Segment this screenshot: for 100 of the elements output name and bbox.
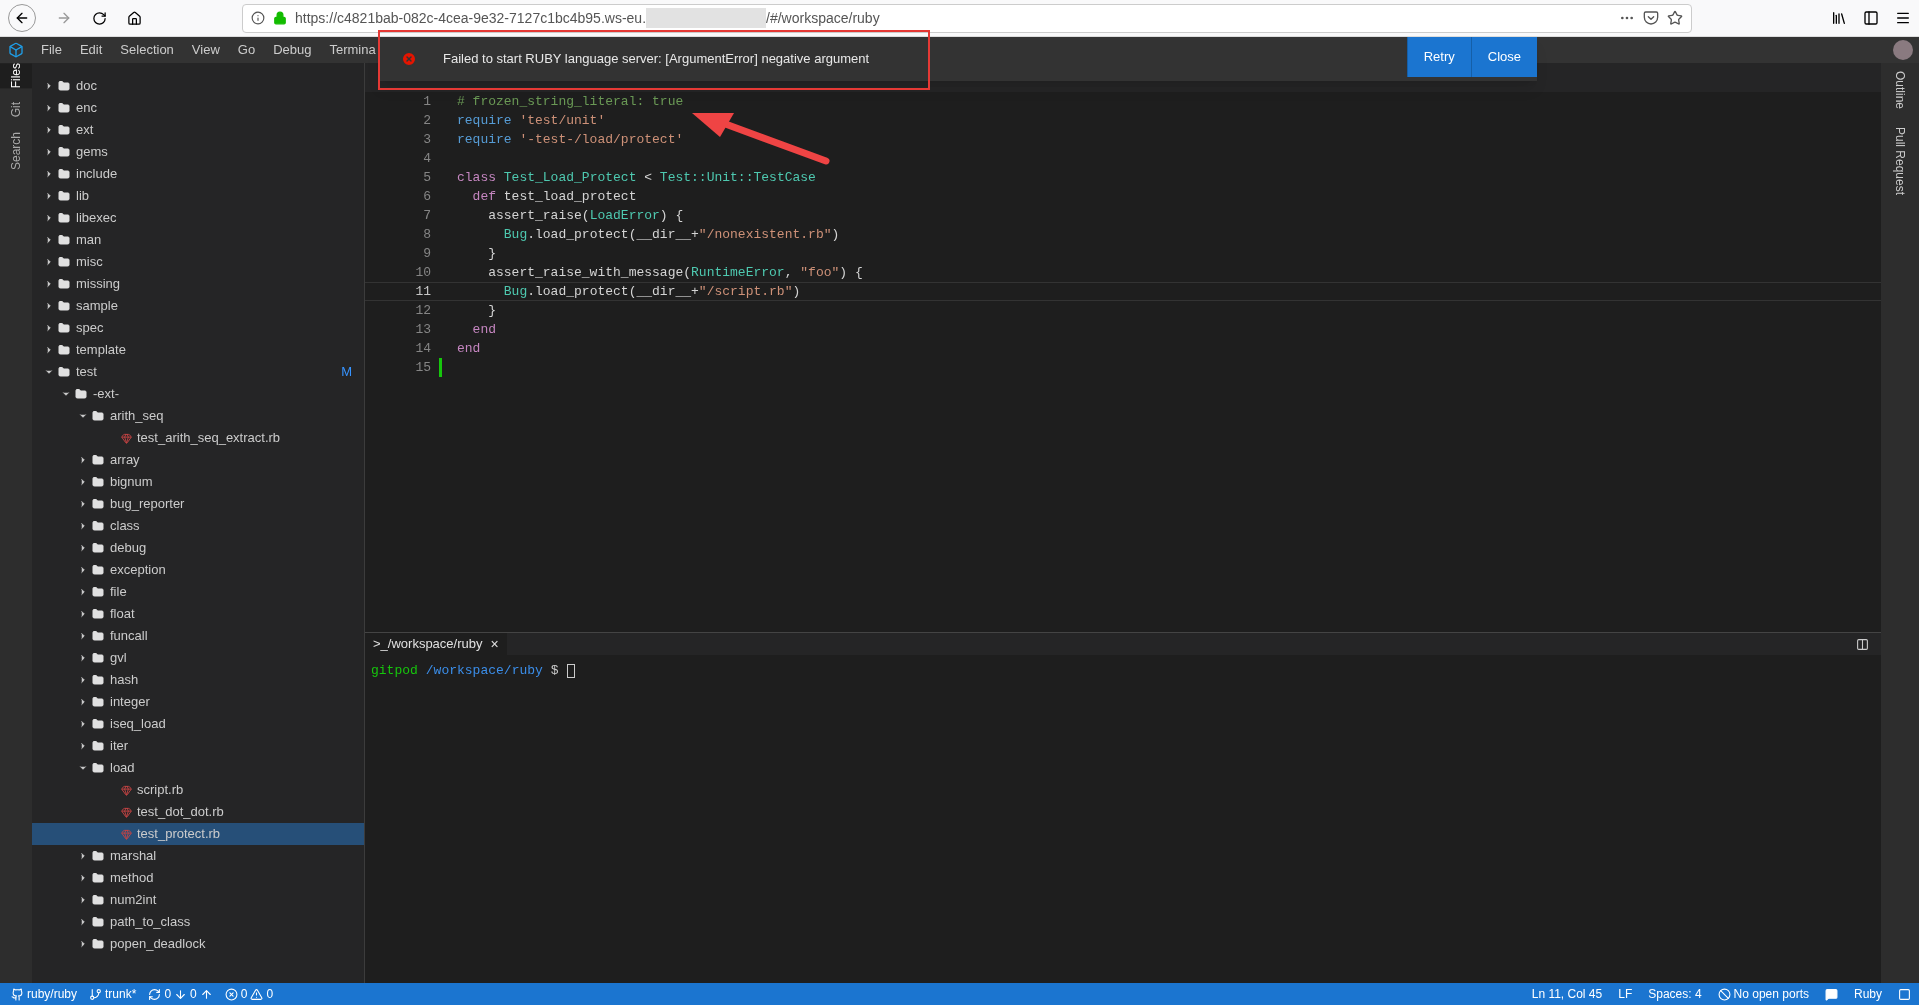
star-icon[interactable] — [1667, 10, 1683, 26]
folder-entry[interactable]: exception — [32, 559, 364, 581]
folder-entry[interactable]: integer — [32, 691, 364, 713]
status-item[interactable] — [199, 987, 213, 1001]
menu-item[interactable]: Selection — [111, 40, 183, 60]
folder-entry[interactable]: iter — [32, 735, 364, 757]
gem-icon — [121, 432, 132, 444]
url-field[interactable]: https://c4821bab-082c-4cea-9e32-7127c1bc4b95.ws-eu. /#/workspace/ruby — [242, 3, 1692, 33]
menu-item[interactable]: Edit — [70, 40, 112, 60]
code-text: assert_raise_with_message(RuntimeError, "foo") { — [487, 263, 863, 282]
menu-item[interactable]: Go — [228, 40, 265, 60]
line-number: 5 — [422, 168, 432, 187]
folder-entry[interactable]: method — [32, 867, 364, 889]
status-item[interactable]: Ln 11, Col 45 — [1531, 985, 1603, 1003]
avatar[interactable] — [1893, 40, 1913, 60]
status-item[interactable]: No open ports — [1717, 985, 1809, 1003]
error-icon — [401, 51, 417, 67]
status-item[interactable]: ruby/ruby — [11, 985, 78, 1003]
status-item[interactable] — [1825, 987, 1838, 1001]
ruby-script-entry[interactable]: script.rb — [32, 779, 364, 801]
activity-tab[interactable]: Pull Request — [1891, 127, 1909, 196]
folder-entry[interactable]: debug — [32, 537, 364, 559]
folder-entry[interactable]: load — [32, 757, 364, 779]
ruby-script-entry[interactable]: test_protect.rb — [32, 823, 364, 845]
folder-entry[interactable]: gems — [32, 141, 364, 163]
code-text: class Test_Load_Protect < Test::Unit::TestCase — [457, 168, 816, 187]
folder-entry[interactable]: marshal — [32, 845, 364, 867]
activity-tab[interactable]: Outline — [1891, 71, 1909, 110]
pocket-icon[interactable] — [1643, 10, 1659, 26]
folder-entry[interactable]: -ext- — [32, 383, 364, 405]
forward-icon[interactable] — [56, 10, 72, 26]
activity-tab[interactable]: Git — [0, 102, 32, 118]
folder-entry[interactable]: bug_reporter — [32, 493, 364, 515]
chevron-right-icon — [78, 917, 88, 927]
folder-icon — [92, 586, 104, 598]
line-number: 3 — [422, 130, 432, 149]
status-item[interactable]: 0 — [224, 985, 248, 1003]
folder-entry[interactable]: enc — [32, 97, 364, 119]
home-icon[interactable] — [127, 10, 142, 26]
folder-entry[interactable]: libexec — [32, 207, 364, 229]
sidebar-icon[interactable] — [1863, 10, 1879, 26]
folder-entry[interactable]: gvl — [32, 647, 364, 669]
status-item[interactable]: trunk* — [89, 985, 137, 1003]
folder-entry[interactable]: hash — [32, 669, 364, 691]
menu-item[interactable]: View — [182, 40, 229, 60]
folder-entry[interactable]: path_to_class — [32, 911, 364, 933]
status-item[interactable]: Ruby — [1854, 985, 1882, 1003]
folder-entry[interactable]: missing — [32, 273, 364, 295]
library-icon[interactable] — [1831, 10, 1847, 26]
chevron-right-icon — [44, 301, 54, 311]
folder-entry[interactable]: num2int — [32, 889, 364, 911]
notification-button[interactable]: Retry — [1406, 37, 1471, 77]
chevron-right-icon — [44, 257, 54, 267]
folder-entry[interactable]: template — [32, 339, 364, 361]
folder-icon — [58, 234, 70, 246]
ban-icon — [1717, 987, 1731, 1001]
status-item[interactable] — [1898, 987, 1911, 1001]
folder-entry[interactable]: iseq_load — [32, 713, 364, 735]
folder-entry[interactable]: man — [32, 229, 364, 251]
folder-entry[interactable]: bignum — [32, 471, 364, 493]
status-item[interactable]: LF — [1618, 985, 1633, 1003]
notification-button[interactable]: Close — [1470, 37, 1537, 77]
close-button[interactable]: × — [490, 633, 499, 655]
folder-entry[interactable]: misc — [32, 251, 364, 273]
menu-item[interactable]: File — [32, 40, 71, 60]
activity-tab[interactable]: Search — [0, 131, 32, 170]
folder-entry[interactable]: doc — [32, 75, 364, 97]
status-item[interactable]: 0 — [174, 985, 197, 1003]
gem-icon — [121, 828, 132, 840]
panel-icon — [1898, 987, 1911, 1001]
chevron-right-icon — [78, 543, 88, 553]
folder-entry[interactable]: ext — [32, 119, 364, 141]
folder-entry[interactable]: class — [32, 515, 364, 537]
folder-entry[interactable]: funcall — [32, 625, 364, 647]
folder-entry[interactable]: spec — [32, 317, 364, 339]
folder-entry[interactable]: array — [32, 449, 364, 471]
terminal-tab[interactable]: >_/workspace/ruby × — [365, 633, 507, 655]
folder-entry[interactable]: test M — [32, 361, 364, 383]
notification-message: Failed to start RUBY language server: [ArgumentError] negative argument — [443, 50, 870, 69]
menu-icon[interactable] — [1895, 10, 1911, 26]
line-number: 10 — [414, 263, 432, 282]
ruby-script-entry[interactable]: test_arith_seq_extract.rb — [32, 427, 364, 449]
folder-icon — [92, 762, 104, 774]
status-item[interactable]: 0 — [148, 985, 172, 1003]
chevron-right-icon — [78, 499, 88, 509]
split-icon[interactable] — [1856, 637, 1869, 651]
folder-entry[interactable]: popen_deadlock — [32, 933, 364, 955]
status-item[interactable]: 0 — [250, 985, 274, 1003]
folder-entry[interactable]: include — [32, 163, 364, 185]
chevron-right-icon — [78, 521, 88, 531]
reload-icon[interactable] — [92, 10, 107, 26]
folder-entry[interactable]: sample — [32, 295, 364, 317]
menu-item[interactable]: Debug — [264, 40, 321, 60]
status-item[interactable]: Spaces: 4 — [1648, 985, 1702, 1003]
folder-entry[interactable]: arith_seq — [32, 405, 364, 427]
folder-entry[interactable]: float — [32, 603, 364, 625]
folder-entry[interactable]: lib — [32, 185, 364, 207]
ruby-script-entry[interactable]: test_dot_dot.rb — [32, 801, 364, 823]
folder-entry[interactable]: file — [32, 581, 364, 603]
activity-tab[interactable]: Files — [0, 63, 32, 89]
